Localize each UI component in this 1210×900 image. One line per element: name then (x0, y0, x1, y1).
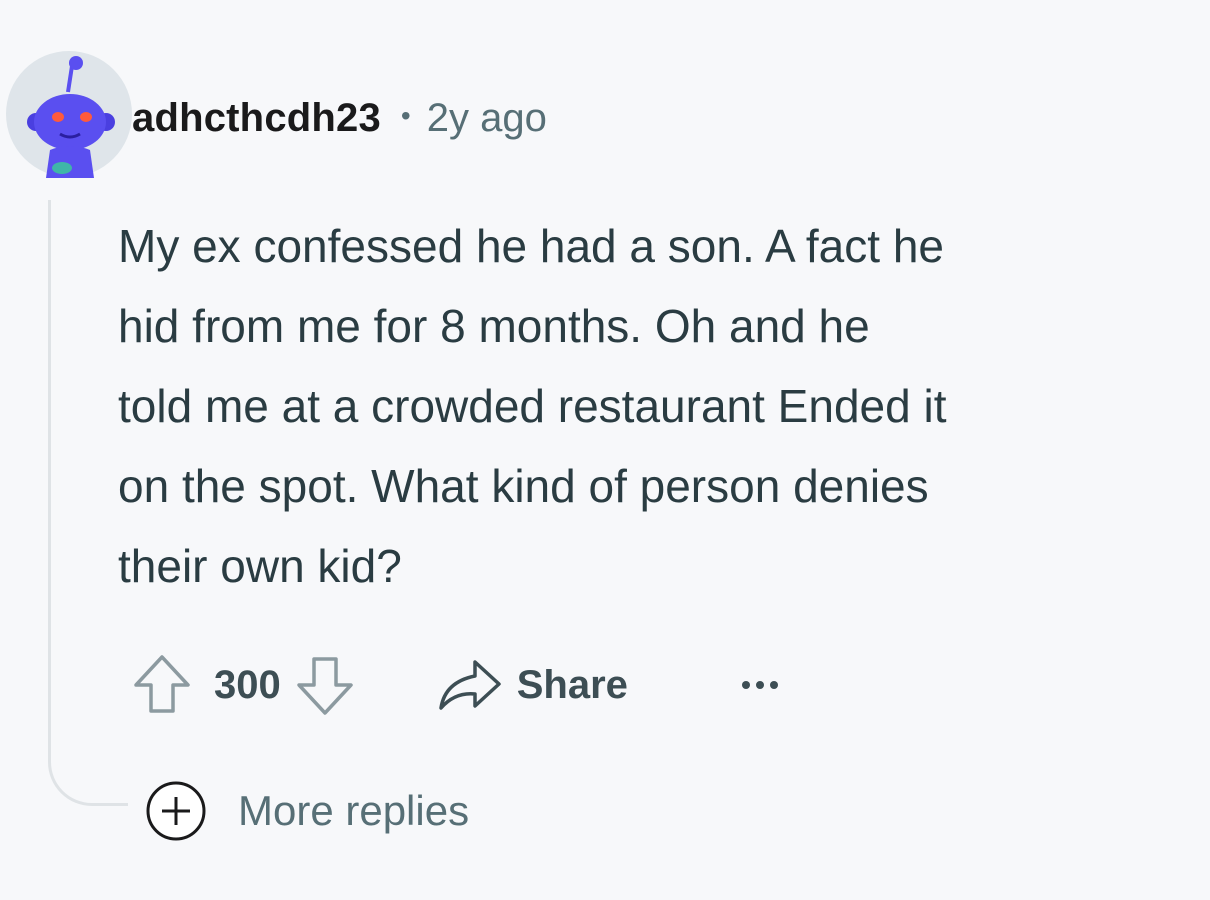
more-replies-button[interactable]: More replies (144, 778, 469, 844)
avatar[interactable] (6, 50, 132, 178)
upvote-arrow-icon (134, 655, 190, 713)
comment-page: adhcthcdh23 • 2y ago My ex confessed he … (0, 0, 1210, 900)
overflow-dots-icon (741, 681, 778, 689)
comment-body-line: on the spot. What kind of person denies (118, 460, 929, 512)
comment-body: My ex confessed he had a son. A fact he … (118, 206, 1198, 606)
comment-body-line: hid from me for 8 months. Oh and he (118, 300, 870, 352)
share-button[interactable]: Share (437, 658, 628, 712)
username-link[interactable]: adhcthcdh23 (132, 96, 381, 141)
overflow-menu-button[interactable] (740, 679, 780, 691)
downvote-button[interactable] (295, 653, 355, 717)
more-replies-label: More replies (238, 787, 470, 834)
comment-body-line: told me at a crowded restaurant Ended it (118, 380, 947, 432)
timestamp[interactable]: 2y ago (427, 96, 547, 141)
action-bar: 300 Share (132, 650, 780, 720)
separator-dot: • (400, 100, 411, 131)
plus-circle-icon (146, 781, 206, 841)
comment-body-line: their own kid? (118, 540, 402, 592)
share-arrow-icon (439, 660, 501, 710)
upvote-button[interactable] (132, 653, 192, 717)
vote-score: 300 (214, 662, 281, 707)
comment-header: adhcthcdh23 • 2y ago (132, 88, 547, 148)
downvote-arrow-icon (297, 657, 353, 715)
thread-line[interactable] (48, 200, 128, 806)
snoo-avatar-icon (6, 51, 132, 178)
comment-body-line: My ex confessed he had a son. A fact he (118, 220, 944, 272)
share-label: Share (516, 662, 628, 707)
